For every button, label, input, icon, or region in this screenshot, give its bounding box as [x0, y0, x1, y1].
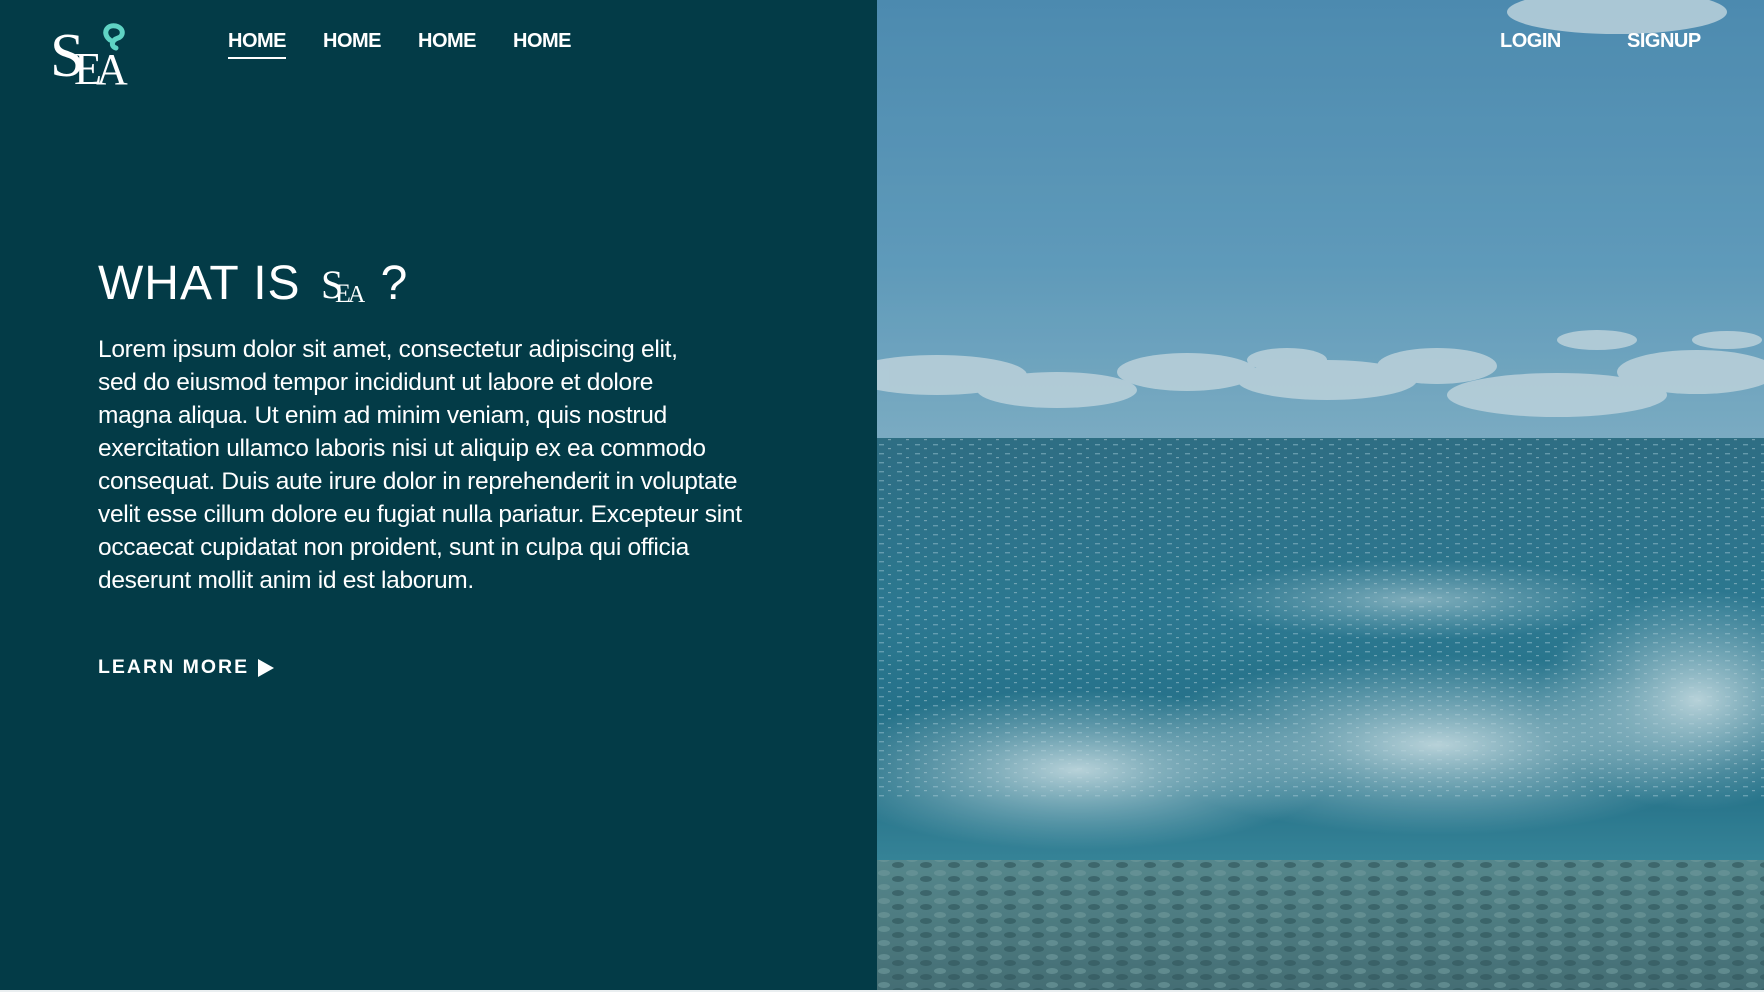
learn-more-button[interactable]: LEARN MORE: [98, 656, 275, 679]
left-panel: S E A HOME HOME HOME HOME WHAT IS S E A …: [0, 0, 877, 992]
sea-mini-logo-icon: S E A: [321, 262, 365, 306]
hero-title-prefix: WHAT IS: [98, 257, 301, 310]
nav-item-home-2[interactable]: HOME: [323, 30, 382, 59]
learn-more-label: LEARN MORE: [98, 656, 250, 678]
play-arrow-icon: [258, 658, 275, 677]
nav-item-home-4[interactable]: HOME: [513, 30, 572, 59]
sea-photo: [877, 0, 1764, 992]
hero-title: WHAT IS S E A ?: [98, 256, 408, 311]
login-link[interactable]: LOGIN: [1500, 30, 1561, 53]
signup-link[interactable]: SIGNUP: [1627, 30, 1701, 53]
svg-text:A: A: [348, 282, 365, 306]
hero-title-suffix: ?: [380, 257, 409, 310]
nav-item-home-1[interactable]: HOME: [228, 30, 287, 59]
hero-description: Lorem ipsum dolor sit amet, consectetur …: [98, 336, 742, 594]
nav-item-home-3[interactable]: HOME: [418, 30, 477, 59]
main-nav: HOME HOME HOME HOME: [228, 30, 608, 59]
sea-logo[interactable]: S E A: [50, 18, 132, 90]
sea-logo-icon: S E A: [50, 22, 128, 90]
sea-hero-image: [877, 0, 1764, 992]
svg-text:A: A: [96, 45, 128, 90]
landing-page: S E A HOME HOME HOME HOME WHAT IS S E A …: [0, 0, 1764, 992]
